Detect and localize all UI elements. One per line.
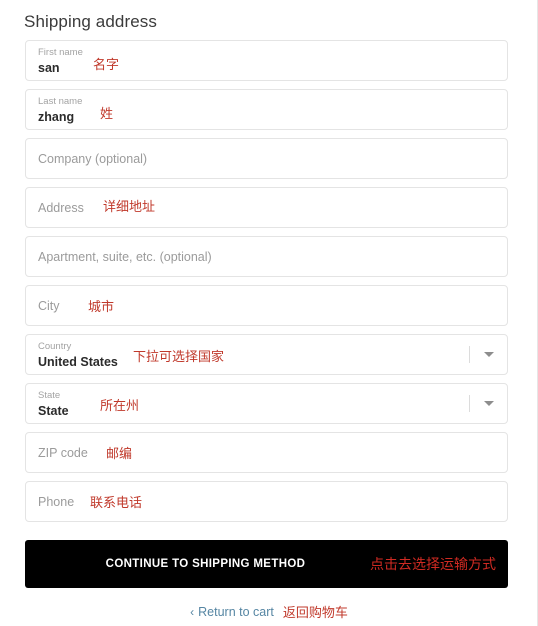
field-apartment[interactable]: Apartment, suite, etc. (optional)	[25, 236, 508, 277]
field-first-name-value: san	[38, 61, 60, 75]
field-city-placeholder: City	[38, 298, 60, 313]
field-country-value: United States	[38, 355, 118, 369]
footer: ‹ Return to cart 返回购物车	[0, 602, 538, 622]
state-dropdown-toggle[interactable]	[469, 384, 495, 423]
country-dropdown-toggle[interactable]	[469, 335, 495, 374]
field-address[interactable]: Address	[25, 187, 508, 228]
chevron-down-icon	[484, 401, 494, 406]
field-apartment-placeholder: Apartment, suite, etc. (optional)	[38, 249, 212, 264]
annotation-return-to-cart: 返回购物车	[282, 606, 348, 621]
field-company[interactable]: Company (optional)	[25, 138, 508, 179]
field-country-label: Country	[38, 341, 72, 352]
field-address-placeholder: Address	[38, 200, 84, 215]
annotation-address: 详细地址	[103, 200, 156, 215]
annotation-country: 下拉可选择国家	[133, 350, 225, 365]
annotation-continue-button: 点击去选择运输方式	[370, 557, 496, 573]
field-state-value: State	[38, 404, 69, 418]
field-last-name-value: zhang	[38, 110, 75, 124]
field-zip-code[interactable]: ZIP code	[25, 432, 508, 473]
field-state-label: State	[38, 390, 61, 401]
checkout-shipping-address-page: Shipping address First name san Last nam…	[0, 0, 538, 626]
chevron-left-icon: ‹	[190, 604, 195, 619]
annotation-first-name: 名字	[93, 58, 120, 73]
annotation-state: 所在州	[100, 399, 140, 414]
annotation-zip-code: 邮编	[106, 447, 133, 462]
annotation-last-name: 姓	[100, 107, 114, 122]
field-company-placeholder: Company (optional)	[38, 151, 148, 166]
field-zip-code-placeholder: ZIP code	[38, 445, 88, 460]
continue-to-shipping-method-button[interactable]: Continue to shipping method 点击去选择运输方式	[25, 540, 508, 588]
field-last-name[interactable]: Last name zhang	[25, 89, 508, 130]
field-first-name-label: First name	[38, 47, 83, 58]
page-title: Shipping address	[24, 12, 157, 31]
field-country[interactable]: Country United States	[25, 334, 508, 375]
shipping-address-form: First name san Last name zhang Company (…	[25, 40, 508, 530]
field-phone-placeholder: Phone	[38, 494, 75, 509]
field-state[interactable]: State State	[25, 383, 508, 424]
return-to-cart-link[interactable]: ‹ Return to cart	[190, 605, 274, 619]
annotation-city: 城市	[88, 300, 115, 315]
field-last-name-label: Last name	[38, 96, 83, 107]
annotation-phone: 联系电话	[90, 496, 143, 511]
chevron-down-icon	[484, 352, 494, 357]
return-to-cart-label: Return to cart	[198, 604, 274, 619]
